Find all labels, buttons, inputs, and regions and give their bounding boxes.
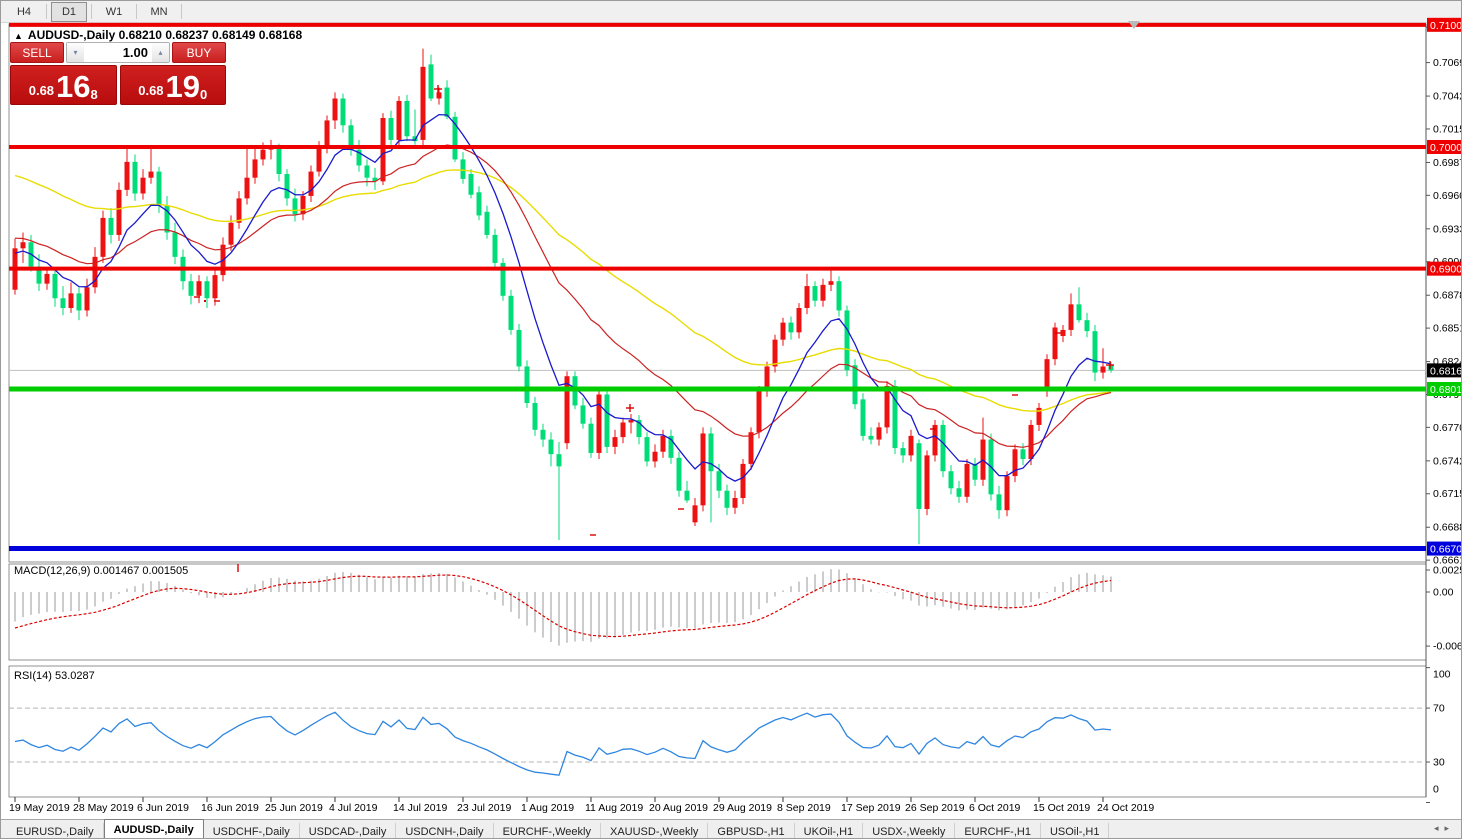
svg-text:11 Aug 2019: 11 Aug 2019 — [585, 802, 643, 814]
svg-text:0.70150: 0.70150 — [1433, 123, 1462, 135]
svg-text:26 Sep 2019: 26 Sep 2019 — [905, 802, 965, 814]
tab-eurchf-h1[interactable]: EURCHF-,H1 — [955, 823, 1041, 839]
sell-button[interactable]: SELL — [10, 42, 64, 63]
sell-quote[interactable]: 0.68168 — [10, 65, 117, 105]
svg-text:23 Jul 2019: 23 Jul 2019 — [457, 802, 511, 814]
buy-button[interactable]: BUY — [172, 42, 226, 63]
buy-price-point: 0 — [200, 88, 207, 102]
price-chart-canvas[interactable]: 0.709850.706950.704200.701500.698750.696… — [1, 1, 1462, 819]
tab-xauusd-weekly[interactable]: XAUUSD-,Weekly — [601, 823, 708, 839]
mt4-window: H4D1W1MN 0.709850.706950.704200.701500.6… — [0, 0, 1462, 839]
tab-scroll-left-icon[interactable]: ◂ — [1434, 823, 1445, 833]
svg-text:0.71005: 0.71005 — [1430, 20, 1462, 32]
tab-usdcad-daily[interactable]: USDCAD-,Daily — [300, 823, 397, 839]
volume-input[interactable] — [84, 43, 152, 62]
svg-text:17 Sep 2019: 17 Sep 2019 — [841, 802, 901, 814]
svg-text:6 Jun 2019: 6 Jun 2019 — [137, 802, 189, 814]
svg-text:0.70002: 0.70002 — [1430, 142, 1462, 154]
svg-text:8 Sep 2019: 8 Sep 2019 — [777, 802, 831, 814]
svg-text:100: 100 — [1433, 669, 1451, 681]
volume-decrease-icon[interactable]: ▾ — [67, 43, 84, 62]
svg-text:0.70695: 0.70695 — [1433, 57, 1462, 69]
level-price-label: 0.71005 — [1427, 18, 1462, 32]
tab-usdchf-daily[interactable]: USDCHF-,Daily — [204, 823, 300, 839]
svg-text:0.67155: 0.67155 — [1433, 488, 1462, 500]
tab-usoil-h1[interactable]: USOil-,H1 — [1041, 823, 1110, 839]
date-axis: 19 May 201928 May 20196 Jun 2019 16 Jun 2… — [9, 797, 1154, 814]
svg-text:0.68015: 0.68015 — [1430, 384, 1462, 396]
level-price-label: 0.68015 — [1427, 382, 1462, 396]
svg-text:0.00: 0.00 — [1433, 587, 1454, 599]
svg-text:14 Jul 2019: 14 Jul 2019 — [393, 802, 447, 814]
tab-usdcnh-daily[interactable]: USDCNH-,Daily — [396, 823, 493, 839]
tab-scroll-arrows: ◂▸ — [1434, 823, 1455, 834]
buy-quote[interactable]: 0.68190 — [120, 65, 227, 105]
tab-scroll-right-icon[interactable]: ▸ — [1444, 823, 1455, 833]
svg-text:19 May 2019: 19 May 2019 — [9, 802, 70, 814]
current-price-label: 0.68168 — [1427, 363, 1462, 377]
svg-text:0.70420: 0.70420 — [1433, 91, 1462, 103]
svg-text:0.69330: 0.69330 — [1433, 223, 1462, 235]
svg-text:0.69003: 0.69003 — [1430, 264, 1462, 276]
svg-text:0: 0 — [1433, 784, 1439, 796]
svg-text:0.66705: 0.66705 — [1430, 544, 1462, 556]
tab-eurchf-weekly[interactable]: EURCHF-,Weekly — [494, 823, 601, 839]
rsi-indicator-label: RSI(14) 53.0287 — [14, 670, 95, 682]
sell-price-base: 0.68 — [29, 80, 54, 102]
chart-title: ▲ AUDUSD-,Daily 0.68210 0.68237 0.68149 0… — [14, 28, 302, 42]
svg-text:0.002574: 0.002574 — [1433, 565, 1462, 577]
level-price-label: 0.70002 — [1427, 140, 1462, 154]
chart-title-text: AUDUSD-,Daily 0.68210 0.68237 0.68149 0.… — [28, 28, 302, 42]
svg-text:15 Oct 2019: 15 Oct 2019 — [1033, 802, 1090, 814]
volume-increase-icon[interactable]: ▴ — [152, 43, 169, 62]
macd-indicator-label: MACD(12,26,9) 0.001467 0.001505 — [14, 565, 188, 577]
svg-text:6 Oct 2019: 6 Oct 2019 — [969, 802, 1021, 814]
tab-gbpusd-h1[interactable]: GBPUSD-,H1 — [708, 823, 794, 839]
svg-text:70: 70 — [1433, 703, 1445, 715]
symbol-tab-bar: EURUSD-,DailyAUDUSD-,DailyUSDCHF-,DailyU… — [1, 819, 1462, 839]
svg-text:0.68168: 0.68168 — [1430, 365, 1462, 377]
svg-text:-0.006326: -0.006326 — [1433, 641, 1462, 653]
tab-eurusd-daily[interactable]: EURUSD-,Daily — [7, 823, 104, 839]
svg-text:0.67425: 0.67425 — [1433, 455, 1462, 467]
buy-price-base: 0.68 — [138, 80, 163, 102]
svg-text:0.68785: 0.68785 — [1433, 290, 1462, 302]
svg-text:28 May 2019: 28 May 2019 — [73, 802, 134, 814]
svg-text:16 Jun 2019: 16 Jun 2019 — [201, 802, 259, 814]
svg-text:4 Jul 2019: 4 Jul 2019 — [329, 802, 378, 814]
buy-price-pips: 19 — [166, 72, 200, 102]
tab-usdx-weekly[interactable]: USDX-,Weekly — [863, 823, 955, 839]
svg-text:1 Aug 2019: 1 Aug 2019 — [521, 802, 574, 814]
svg-text:30: 30 — [1433, 757, 1445, 769]
svg-text:0.67700: 0.67700 — [1433, 422, 1462, 434]
one-click-trade-panel: SELL ▾ ▴ BUY 0.68168 0.68190 — [10, 42, 226, 105]
svg-text:20 Aug 2019: 20 Aug 2019 — [649, 802, 708, 814]
sell-price-pips: 16 — [56, 72, 90, 102]
level-price-label: 0.66705 — [1427, 542, 1462, 556]
sell-price-point: 8 — [91, 88, 98, 102]
svg-text:0.68515: 0.68515 — [1433, 323, 1462, 335]
level-price-label: 0.69003 — [1427, 262, 1462, 276]
tab-audusd-daily[interactable]: AUDUSD-,Daily — [104, 819, 204, 839]
collapse-panel-icon[interactable]: ▲ — [14, 31, 23, 41]
svg-text:0.66880: 0.66880 — [1433, 522, 1462, 534]
volume-stepper: ▾ ▴ — [66, 42, 170, 63]
rsi-pane — [9, 666, 1426, 797]
macd-pane — [9, 564, 1426, 660]
svg-text:0.69875: 0.69875 — [1433, 157, 1462, 169]
tab-ukoil-h1[interactable]: UKOil-,H1 — [795, 823, 864, 839]
price-axis: 0.709850.706950.704200.701500.698750.696… — [1426, 22, 1462, 803]
svg-text:29 Aug 2019: 29 Aug 2019 — [713, 802, 772, 814]
svg-text:24 Oct 2019: 24 Oct 2019 — [1097, 802, 1154, 814]
svg-text:0.69605: 0.69605 — [1433, 190, 1462, 202]
svg-text:25 Jun 2019: 25 Jun 2019 — [265, 802, 323, 814]
